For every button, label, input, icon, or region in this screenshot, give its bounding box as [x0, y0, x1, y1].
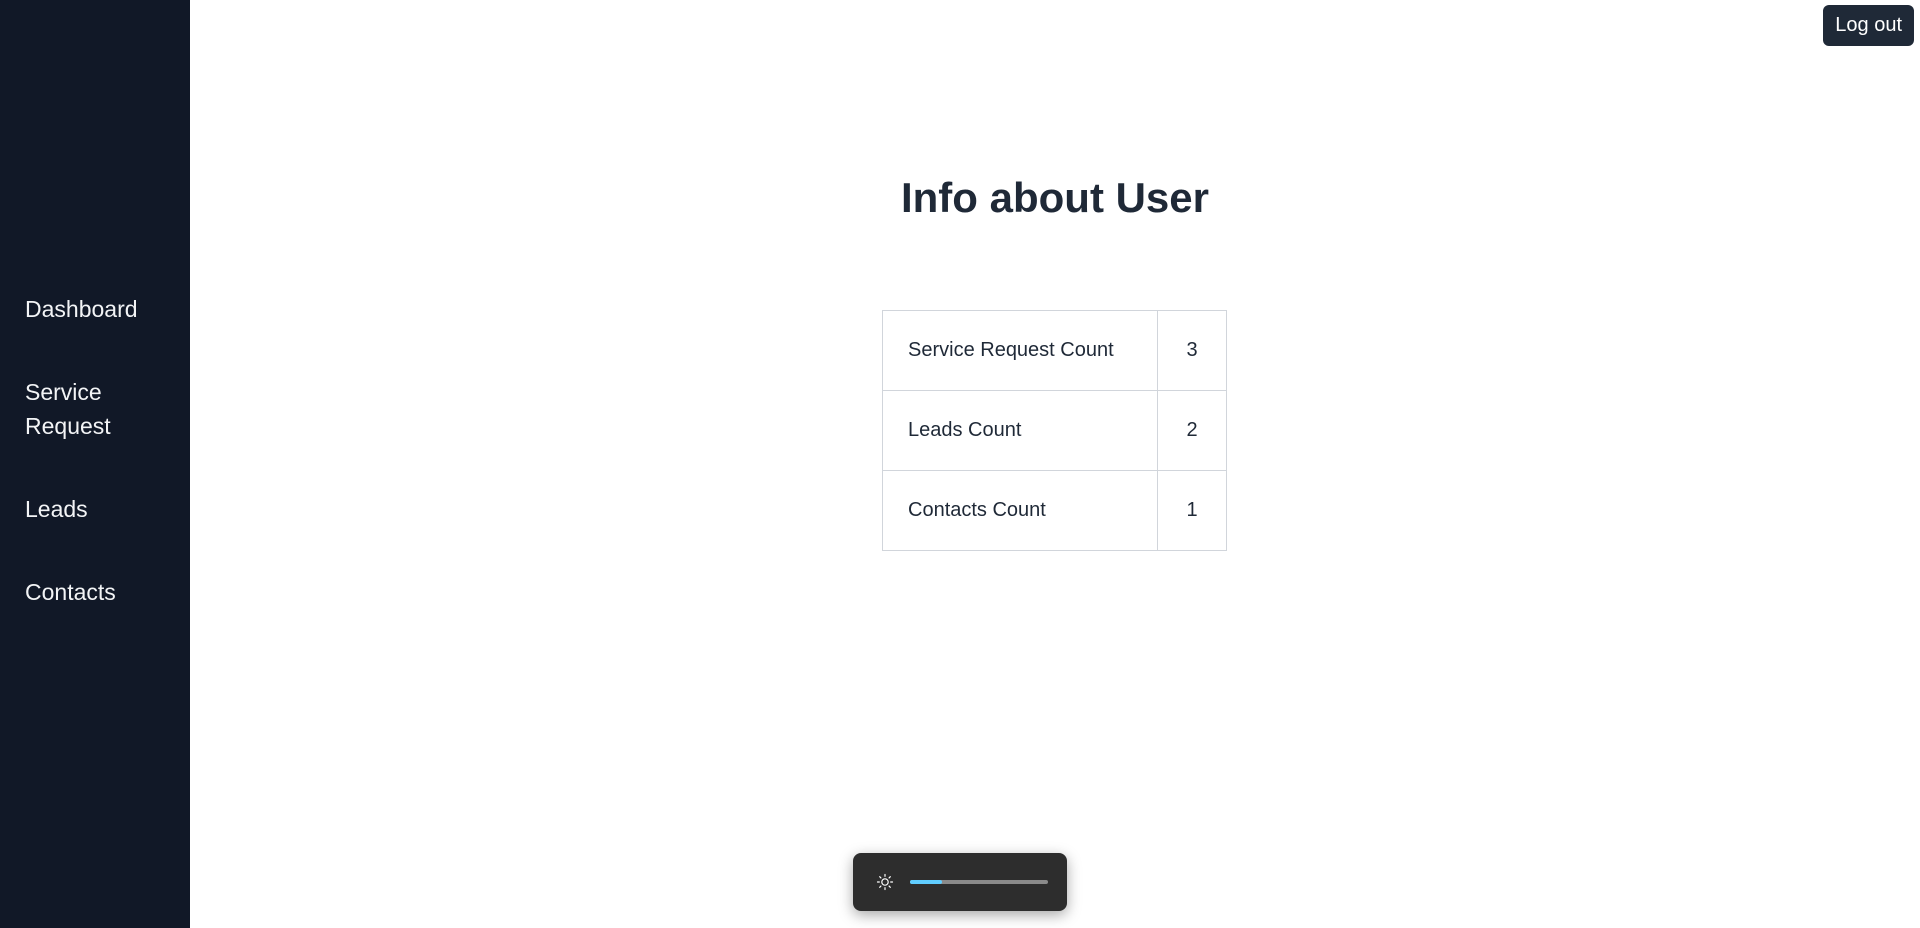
row-value-service-request-count: 3: [1157, 310, 1227, 391]
brightness-slider[interactable]: [910, 880, 1048, 884]
row-value-leads-count: 2: [1157, 390, 1227, 471]
table-row: Leads Count 2: [882, 390, 1227, 471]
sidebar-item-contacts[interactable]: Contacts: [25, 575, 175, 609]
row-label-leads-count: Leads Count: [882, 390, 1158, 471]
sidebar-item-dashboard[interactable]: Dashboard: [25, 292, 175, 326]
row-value-contacts-count: 1: [1157, 470, 1227, 551]
row-label-service-request-count: Service Request Count: [882, 310, 1158, 391]
page-title: Info about User: [900, 174, 1209, 221]
table-row: Service Request Count 3: [882, 310, 1227, 391]
sidebar-item-service-request[interactable]: Service Request: [25, 375, 175, 443]
user-info-table: Service Request Count 3 Leads Count 2 Co…: [882, 310, 1227, 551]
sidebar-item-leads[interactable]: Leads: [25, 492, 175, 526]
brightness-slider-fill: [910, 880, 942, 884]
sidebar-nav: Dashboard Service Request Leads Contacts: [25, 292, 175, 609]
brightness-flyout: [853, 853, 1067, 911]
logout-button[interactable]: Log out: [1823, 5, 1914, 46]
row-label-contacts-count: Contacts Count: [882, 470, 1158, 551]
sun-icon: [876, 873, 894, 891]
sidebar: Dashboard Service Request Leads Contacts: [0, 0, 190, 928]
table-row: Contacts Count 1: [882, 470, 1227, 551]
app-window: Dashboard Service Request Leads Contacts…: [0, 0, 1920, 928]
